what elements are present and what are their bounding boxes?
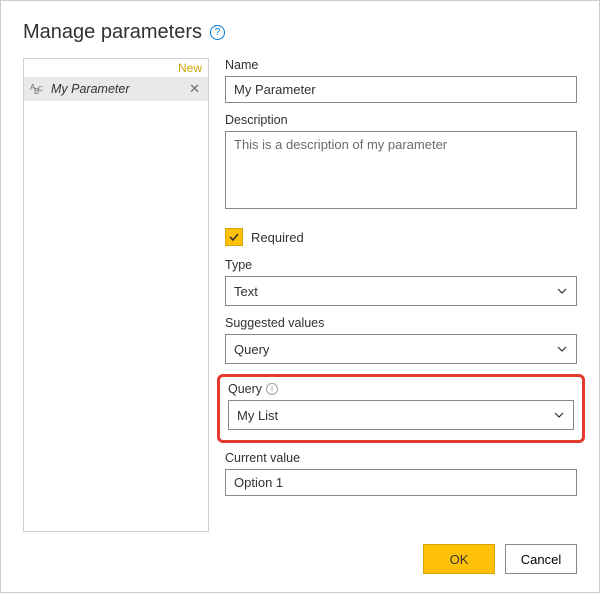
new-parameter-link[interactable]: New [178,61,202,75]
svg-text:C: C [38,86,43,93]
name-label: Name [225,58,577,72]
query-select[interactable]: My List [228,400,574,430]
checkmark-icon [228,231,240,243]
dialog-title: Manage parameters [23,21,202,44]
name-input[interactable] [225,76,577,103]
chevron-down-icon [556,343,568,355]
current-value-label: Current value [225,451,577,465]
dialog-content: New ABC My Parameter ✕ Name Description [23,58,577,532]
chevron-down-icon [553,409,565,421]
parameter-list-item[interactable]: ABC My Parameter ✕ [24,77,208,101]
parameter-item-name: My Parameter [51,82,187,96]
parameter-form: Name Description Required Type Text [225,58,577,532]
description-label: Description [225,113,577,127]
query-value: My List [237,408,278,423]
manage-parameters-dialog: Manage parameters ? New ABC My Parameter… [0,0,600,593]
type-select[interactable]: Text [225,276,577,306]
help-icon[interactable]: ? [210,25,225,40]
query-field-highlight: Query i My List [217,374,585,443]
suggested-values-label: Suggested values [225,316,577,330]
required-label: Required [251,230,304,245]
query-label: Query i [228,382,574,396]
chevron-down-icon [556,285,568,297]
description-field: Description [225,113,577,212]
description-input[interactable] [225,131,577,209]
required-checkbox[interactable] [225,228,243,246]
type-value: Text [234,284,258,299]
suggested-values-field: Suggested values Query [225,316,577,364]
current-value-field: Current value [225,451,577,496]
current-value-input[interactable] [225,469,577,496]
query-field: Query i My List [228,382,574,430]
type-field: Type Text [225,258,577,306]
parameter-type-icon: ABC [30,81,46,97]
info-icon[interactable]: i [266,383,278,395]
suggested-values-select[interactable]: Query [225,334,577,364]
dialog-footer: OK Cancel [23,532,577,574]
remove-parameter-icon[interactable]: ✕ [187,81,202,97]
parameter-list-panel: New ABC My Parameter ✕ [23,58,209,532]
required-field: Required [225,228,577,246]
cancel-button[interactable]: Cancel [505,544,577,574]
sidebar-header: New [24,59,208,77]
name-field: Name [225,58,577,103]
type-label: Type [225,258,577,272]
ok-button[interactable]: OK [423,544,495,574]
suggested-values-value: Query [234,342,269,357]
dialog-header: Manage parameters ? [23,21,577,44]
